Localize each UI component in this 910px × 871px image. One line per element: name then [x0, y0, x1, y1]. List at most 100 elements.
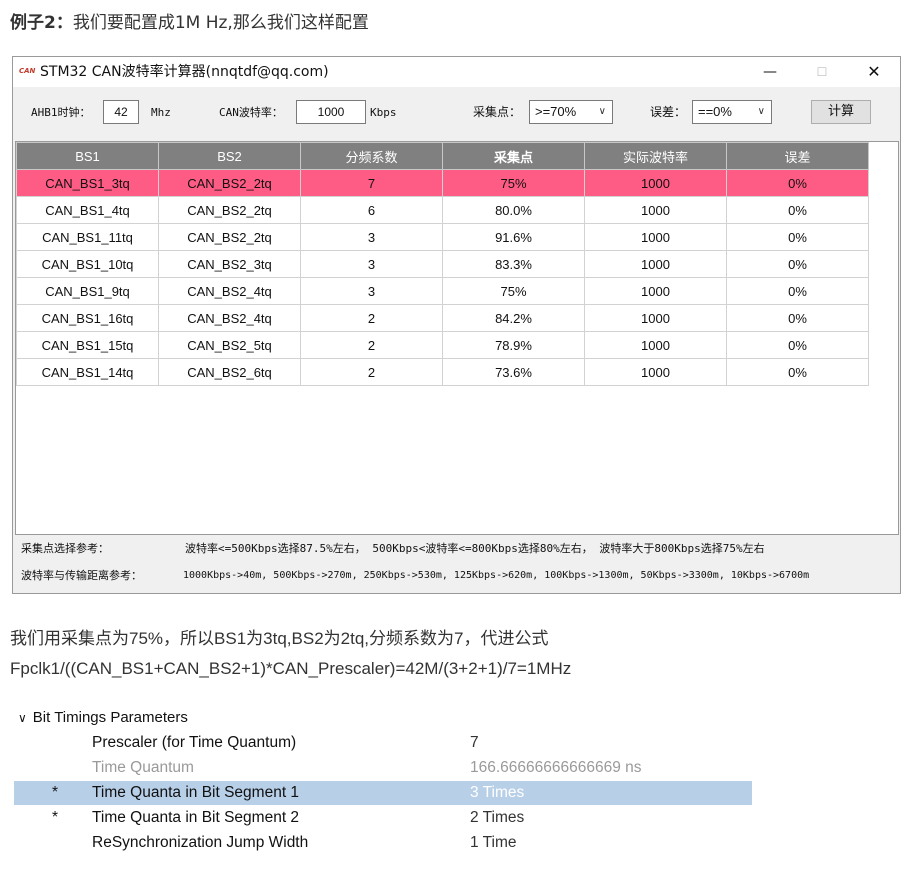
bs1-cell[interactable]: CAN_BS1_11tq [16, 223, 159, 251]
minimize-button[interactable]: — [747, 57, 793, 87]
table-row[interactable]: CAN_BS1_9tq CAN_BS2_4tq 3 75% 1000 0% [16, 277, 869, 305]
explanation-line-1: 我们用采集点为75%，所以BS1为3tq,BS2为2tq,分频系数为7，代进公式 [10, 629, 549, 648]
can-calculator-window: CAN STM32 CAN波特率计算器(nnqtdf@qq.com) — ☐ ✕… [12, 56, 901, 594]
bs2-cell[interactable]: CAN_BS2_4tq [158, 304, 301, 332]
property-name: Time Quanta in Bit Segment 2 [92, 809, 300, 826]
app-logo-icon: CAN [19, 67, 36, 75]
column-header-bs2[interactable]: BS2 [158, 142, 301, 170]
maximize-button[interactable]: ☐ [799, 57, 845, 87]
property-value[interactable]: 166.66666666666669 ns [470, 756, 642, 780]
bit-timings-group[interactable]: ∨ Bit Timings Parameters [18, 708, 188, 728]
table-row[interactable]: CAN_BS1_16tq CAN_BS2_4tq 2 84.2% 1000 0% [16, 304, 869, 332]
bs2-cell[interactable]: CAN_BS2_2tq [158, 196, 301, 224]
prescaler-cell[interactable]: 7 [300, 169, 443, 197]
table-row[interactable]: CAN_BS1_15tq CAN_BS2_5tq 2 78.9% 1000 0% [16, 331, 869, 359]
sample-point-cell[interactable]: 84.2% [442, 304, 585, 332]
sample-point-cell[interactable]: 80.0% [442, 196, 585, 224]
table-header-row: BS1 BS2 分频系数 采集点 实际波特率 误差 [16, 142, 869, 170]
prescaler-cell[interactable]: 3 [300, 250, 443, 278]
actual-baud-cell[interactable]: 1000 [584, 304, 727, 332]
error-cell[interactable]: 0% [726, 277, 869, 305]
bs2-cell[interactable]: CAN_BS2_6tq [158, 358, 301, 386]
property-value[interactable]: 7 [470, 731, 479, 755]
error-cell[interactable]: 0% [726, 358, 869, 386]
property-row[interactable]: Prescaler (for Time Quantum) 7 [14, 731, 752, 755]
ahb-clock-input[interactable]: 42 [103, 100, 139, 124]
modified-marker: * [52, 809, 59, 826]
actual-baud-cell[interactable]: 1000 [584, 358, 727, 386]
bs1-cell[interactable]: CAN_BS1_9tq [16, 277, 159, 305]
table-row[interactable]: CAN_BS1_11tq CAN_BS2_2tq 3 91.6% 1000 0% [16, 223, 869, 251]
sample-point-select[interactable]: >=70% ∨ [529, 100, 613, 124]
bs2-cell[interactable]: CAN_BS2_3tq [158, 250, 301, 278]
bs1-cell[interactable]: CAN_BS1_4tq [16, 196, 159, 224]
chevron-down-icon: ∨ [757, 106, 765, 117]
close-button[interactable]: ✕ [851, 57, 897, 87]
bs1-cell[interactable]: CAN_BS1_14tq [16, 358, 159, 386]
sample-point-cell[interactable]: 91.6% [442, 223, 585, 251]
chevron-down-icon[interactable]: ∨ [18, 711, 27, 725]
prescaler-cell[interactable]: 3 [300, 277, 443, 305]
bs1-cell[interactable]: CAN_BS1_3tq [16, 169, 159, 197]
error-label: 误差： [650, 105, 687, 119]
actual-baud-cell[interactable]: 1000 [584, 196, 727, 224]
sample-point-cell[interactable]: 75% [442, 277, 585, 305]
prescaler-cell[interactable]: 6 [300, 196, 443, 224]
chevron-down-icon: ∨ [598, 106, 606, 117]
sample-point-value: >=70% [535, 104, 577, 119]
error-cell[interactable]: 0% [726, 169, 869, 197]
table-row[interactable]: CAN_BS1_3tq CAN_BS2_2tq 7 75% 1000 0% [16, 169, 869, 197]
property-value[interactable]: 2 Times [470, 806, 524, 830]
prescaler-cell[interactable]: 2 [300, 304, 443, 332]
sample-point-label: 采集点： [473, 105, 522, 119]
property-value[interactable]: 3 Times [470, 781, 524, 805]
sample-point-cell[interactable]: 73.6% [442, 358, 585, 386]
error-cell[interactable]: 0% [726, 331, 869, 359]
table-row[interactable]: CAN_BS1_4tq CAN_BS2_2tq 6 80.0% 1000 0% [16, 196, 869, 224]
column-header-bs1[interactable]: BS1 [16, 142, 159, 170]
actual-baud-cell[interactable]: 1000 [584, 250, 727, 278]
column-header-actual-baud[interactable]: 实际波特率 [584, 142, 727, 170]
title-bar: CAN STM32 CAN波特率计算器(nnqtdf@qq.com) — ☐ ✕ [13, 57, 900, 87]
heading-text: 我们要配置成1M Hz,那么我们这样配置 [72, 13, 369, 33]
distance-ref-label: 波特率与传输距离参考： [21, 569, 142, 582]
error-cell[interactable]: 0% [726, 250, 869, 278]
property-name: Time Quantum [92, 759, 194, 776]
column-header-error[interactable]: 误差 [726, 142, 869, 170]
group-title: Bit Timings Parameters [32, 709, 188, 726]
can-baud-input[interactable]: 1000 [296, 100, 366, 124]
bs1-cell[interactable]: CAN_BS1_10tq [16, 250, 159, 278]
error-cell[interactable]: 0% [726, 223, 869, 251]
sample-point-cell[interactable]: 83.3% [442, 250, 585, 278]
bs1-cell[interactable]: CAN_BS1_16tq [16, 304, 159, 332]
table-row[interactable]: CAN_BS1_14tq CAN_BS2_6tq 2 73.6% 1000 0% [16, 358, 869, 386]
property-row[interactable]: * Time Quanta in Bit Segment 1 3 Times [14, 781, 752, 805]
prescaler-cell[interactable]: 2 [300, 358, 443, 386]
actual-baud-cell[interactable]: 1000 [584, 331, 727, 359]
bs2-cell[interactable]: CAN_BS2_5tq [158, 331, 301, 359]
error-select[interactable]: ==0% ∨ [692, 100, 772, 124]
property-value[interactable]: 1 Time [470, 831, 517, 855]
property-row[interactable]: * Time Quanta in Bit Segment 2 2 Times [14, 806, 752, 830]
bs2-cell[interactable]: CAN_BS2_2tq [158, 223, 301, 251]
bs2-cell[interactable]: CAN_BS2_2tq [158, 169, 301, 197]
error-cell[interactable]: 0% [726, 196, 869, 224]
prescaler-cell[interactable]: 3 [300, 223, 443, 251]
bs1-cell[interactable]: CAN_BS1_15tq [16, 331, 159, 359]
distance-ref-text: 1000Kbps->40m, 500Kbps->270m, 250Kbps->5… [183, 570, 810, 581]
actual-baud-cell[interactable]: 1000 [584, 223, 727, 251]
actual-baud-cell[interactable]: 1000 [584, 169, 727, 197]
sample-point-cell[interactable]: 78.9% [442, 331, 585, 359]
bs2-cell[interactable]: CAN_BS2_4tq [158, 277, 301, 305]
prescaler-cell[interactable]: 2 [300, 331, 443, 359]
error-cell[interactable]: 0% [726, 304, 869, 332]
column-header-prescaler[interactable]: 分频系数 [300, 142, 443, 170]
calculate-button[interactable]: 计算 [811, 100, 871, 124]
sample-point-cell[interactable]: 75% [442, 169, 585, 197]
actual-baud-cell[interactable]: 1000 [584, 277, 727, 305]
property-row[interactable]: ReSynchronization Jump Width 1 Time [14, 831, 752, 855]
property-row[interactable]: Time Quantum 166.66666666666669 ns [14, 756, 752, 780]
table-row[interactable]: CAN_BS1_10tq CAN_BS2_3tq 3 83.3% 1000 0% [16, 250, 869, 278]
column-header-sample-point[interactable]: 采集点 [442, 142, 585, 170]
property-name: Time Quanta in Bit Segment 1 [92, 784, 300, 801]
